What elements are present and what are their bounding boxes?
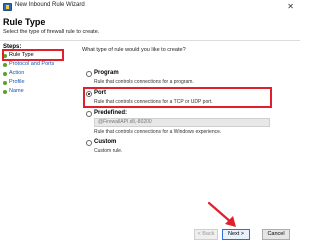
option-description: Custom rule.: [94, 148, 123, 154]
option-description: Rule that controls connections for a TCP…: [94, 99, 213, 105]
program-radio[interactable]: [86, 71, 92, 77]
wizard-window: New Inbound Rule Wizard ✕ Rule Type Sele…: [0, 0, 300, 243]
next-button[interactable]: Next >: [222, 229, 250, 240]
step-protocol-and-ports[interactable]: Protocol and Ports: [3, 60, 67, 69]
window-title: New Inbound Rule Wizard: [15, 2, 85, 8]
step-profile[interactable]: Profile: [3, 78, 67, 87]
cancel-button[interactable]: Cancel: [262, 229, 290, 240]
option-label: Port: [94, 90, 106, 96]
step-dot-icon: [3, 63, 7, 67]
step-label: Name: [9, 88, 24, 94]
predefined-select[interactable]: @FirewallAPI.dll,-80200: [94, 118, 270, 127]
option-label: Program: [94, 70, 119, 76]
step-dot-icon: [3, 72, 7, 76]
firewall-app-icon: [3, 3, 12, 11]
option-description: Rule that controls connections for a pro…: [94, 79, 194, 85]
close-icon[interactable]: ✕: [287, 1, 294, 13]
wizard-header: Rule Type Select the type of firewall ru…: [0, 14, 300, 41]
page-description: Select the type of firewall rule to crea…: [3, 29, 100, 35]
page-title: Rule Type: [3, 17, 46, 27]
custom-radio[interactable]: [86, 140, 92, 146]
step-action[interactable]: Action: [3, 69, 67, 78]
step-label: Protocol and Ports: [9, 61, 55, 67]
rule-type-question: What type of rule would you like to crea…: [82, 47, 186, 53]
option-description: Rule that controls connections for a Win…: [94, 129, 222, 135]
step-label: Action: [9, 70, 25, 76]
back-button[interactable]: < Back: [194, 229, 218, 240]
option-label: Custom: [94, 139, 117, 145]
step-dot-icon: [3, 81, 7, 85]
step-name[interactable]: Name: [3, 87, 67, 96]
title-bar: New Inbound Rule Wizard ✕: [0, 0, 300, 14]
option-label: Predefined:: [94, 110, 128, 116]
port-radio[interactable]: [86, 91, 92, 97]
step-dot-icon: [3, 90, 7, 94]
predefined-radio[interactable]: [86, 111, 92, 117]
step-label: Profile: [9, 79, 25, 85]
